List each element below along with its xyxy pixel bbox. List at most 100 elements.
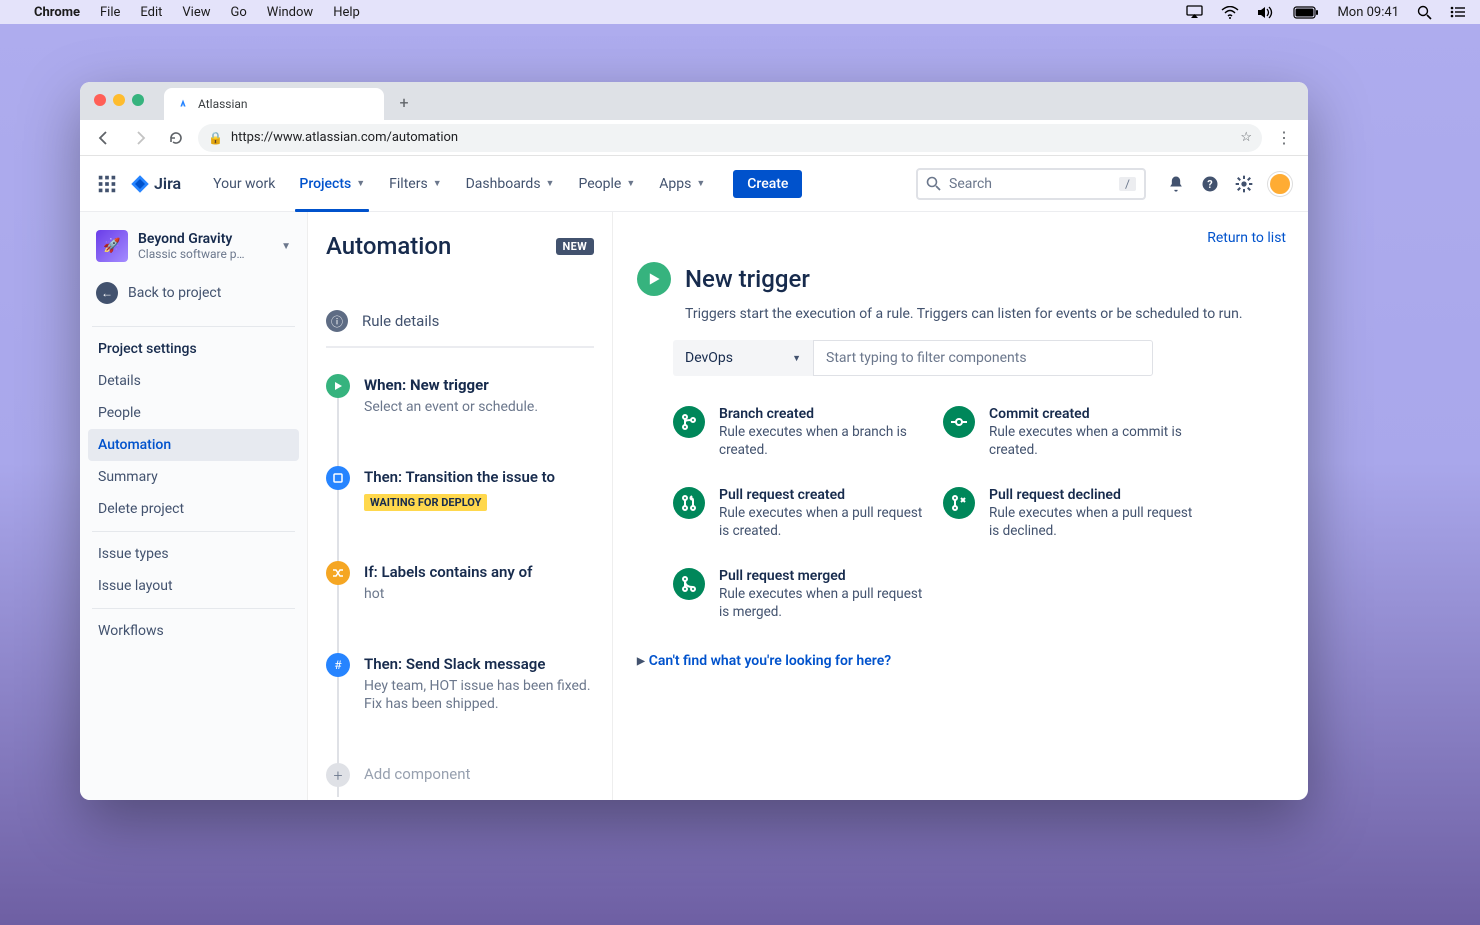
menubar-edit[interactable]: Edit <box>140 5 162 20</box>
cant-find-link[interactable]: ▶ Can't find what you're looking for her… <box>637 653 1286 669</box>
sidebar-item-issue-types[interactable]: Issue types <box>88 538 299 570</box>
chevron-down-icon: ▼ <box>546 178 555 189</box>
rule-step-trigger[interactable]: When: New trigger Select an event or sch… <box>326 374 594 416</box>
volume-icon[interactable] <box>1257 6 1275 19</box>
url-field[interactable]: 🔒 https://www.atlassian.com/automation ☆ <box>198 124 1262 152</box>
page-title: Automation <box>326 232 451 260</box>
rule-step-condition[interactable]: If: Labels contains any of hot <box>326 561 594 603</box>
back-to-project[interactable]: ← Back to project <box>88 268 299 320</box>
notifications-icon[interactable] <box>1166 174 1186 194</box>
trigger-option-pr-created[interactable]: Pull request createdRule executes when a… <box>673 487 923 540</box>
create-button[interactable]: Create <box>733 170 802 198</box>
menubar-window[interactable]: Window <box>267 5 313 20</box>
menubar-app[interactable]: Chrome <box>34 5 80 20</box>
chevron-down-icon: ▼ <box>433 178 442 189</box>
rule-details-row[interactable]: ⓘ Rule details <box>326 310 594 332</box>
tab-bar: Atlassian + <box>80 82 1308 120</box>
search-icon <box>926 176 941 191</box>
nav-reload[interactable] <box>162 124 190 152</box>
window-close[interactable] <box>94 94 106 106</box>
sidebar-item-people[interactable]: People <box>88 397 299 429</box>
macos-menubar: Chrome File Edit View Go Window Help Mon… <box>0 0 1480 24</box>
sidebar-item-issue-layout[interactable]: Issue layout <box>88 570 299 602</box>
nav-back[interactable] <box>90 124 118 152</box>
chevron-down-icon: ▼ <box>626 178 635 189</box>
shuffle-icon <box>326 561 350 585</box>
browser-tab[interactable]: Atlassian <box>164 88 384 120</box>
category-select[interactable]: DevOps ▼ <box>673 340 813 376</box>
rule-step-slack[interactable]: # Then: Send Slack message Hey team, HOT… <box>326 653 594 713</box>
return-to-list-link[interactable]: Return to list <box>1207 230 1286 246</box>
nav-dashboards[interactable]: Dashboards▼ <box>454 156 567 212</box>
help-icon[interactable]: ? <box>1200 174 1220 194</box>
wifi-icon[interactable] <box>1221 6 1239 19</box>
nav-filters[interactable]: Filters▼ <box>377 156 453 212</box>
jira-logo[interactable]: Jira <box>130 174 181 194</box>
commit-icon <box>943 406 975 438</box>
user-avatar[interactable] <box>1268 172 1292 196</box>
sidebar-item-summary[interactable]: Summary <box>88 461 299 493</box>
rule-builder: Automation NEW ⓘ Rule details When: New … <box>308 212 613 800</box>
rule-step-transition[interactable]: Then: Transition the issue to WAITING FO… <box>326 466 594 511</box>
tab-title: Atlassian <box>198 97 248 111</box>
trigger-option-branch-created[interactable]: Branch createdRule executes when a branc… <box>673 406 923 459</box>
nav-projects[interactable]: Projects▼ <box>287 156 377 212</box>
lock-icon: 🔒 <box>208 131 223 145</box>
trigger-option-commit-created[interactable]: Commit createdRule executes when a commi… <box>943 406 1193 459</box>
menubar-go[interactable]: Go <box>231 5 247 20</box>
browser-menu-icon[interactable]: ⋮ <box>1270 124 1298 152</box>
trigger-option-pr-declined[interactable]: Pull request declinedRule executes when … <box>943 487 1193 540</box>
menubar-help[interactable]: Help <box>333 5 360 20</box>
nav-your-work[interactable]: Your work <box>201 156 287 212</box>
app-switcher-icon[interactable] <box>96 173 118 195</box>
search-placeholder: Search <box>949 176 992 192</box>
spotlight-icon[interactable] <box>1417 5 1432 20</box>
window-minimize[interactable] <box>113 94 125 106</box>
control-center-icon[interactable] <box>1450 6 1466 18</box>
search-input[interactable]: Search / <box>916 168 1146 200</box>
trigger-option-pr-merged[interactable]: Pull request mergedRule executes when a … <box>673 568 923 621</box>
play-icon <box>326 374 350 398</box>
add-component-button[interactable]: + Add component <box>326 763 594 787</box>
sidebar-item-details[interactable]: Details <box>88 365 299 397</box>
sidebar-section-project-settings: Project settings <box>88 333 299 365</box>
status-badge: WAITING FOR DEPLOY <box>364 494 487 511</box>
sidebar-item-workflows[interactable]: Workflows <box>88 615 299 647</box>
url-text: https://www.atlassian.com/automation <box>231 130 458 145</box>
battery-icon[interactable] <box>1293 6 1319 19</box>
settings-icon[interactable] <box>1234 174 1254 194</box>
browser-window: Atlassian + 🔒 https://www.atlassian.com/… <box>80 82 1308 800</box>
search-shortcut: / <box>1119 177 1136 191</box>
pr-merged-icon <box>673 568 705 600</box>
nav-people[interactable]: People▼ <box>566 156 647 212</box>
chevron-right-icon: ▶ <box>637 656 645 667</box>
nav-apps[interactable]: Apps▼ <box>647 156 717 212</box>
new-badge: NEW <box>556 238 594 255</box>
svg-text:?: ? <box>1207 178 1212 191</box>
atlassian-icon <box>176 96 190 113</box>
menubar-view[interactable]: View <box>182 5 210 20</box>
window-maximize[interactable] <box>132 94 144 106</box>
bookmark-icon[interactable]: ☆ <box>1240 130 1252 145</box>
nav-forward <box>126 124 154 152</box>
airplay-icon[interactable] <box>1186 5 1203 19</box>
menubar-file[interactable]: File <box>100 5 120 20</box>
new-tab-button[interactable]: + <box>390 88 418 116</box>
sidebar-item-delete-project[interactable]: Delete project <box>88 493 299 525</box>
trigger-description: Triggers start the execution of a rule. … <box>685 306 1286 322</box>
chevron-down-icon: ▼ <box>356 178 365 189</box>
arrow-left-icon: ← <box>96 282 118 304</box>
chevron-down-icon: ▼ <box>792 353 801 364</box>
play-icon <box>637 262 671 296</box>
pr-icon <box>673 487 705 519</box>
trigger-title: New trigger <box>685 265 810 293</box>
chevron-down-icon: ▼ <box>281 241 291 252</box>
plus-icon: + <box>326 763 350 787</box>
sidebar-item-automation[interactable]: Automation <box>88 429 299 461</box>
product-name: Jira <box>154 174 181 193</box>
project-switcher[interactable]: 🚀 Beyond Gravity Classic software p… ▼ <box>88 230 299 268</box>
branch-icon <box>673 406 705 438</box>
component-filter-input[interactable]: Start typing to filter components <box>813 340 1153 376</box>
chevron-down-icon: ▼ <box>696 178 705 189</box>
menubar-clock[interactable]: Mon 09:41 <box>1337 5 1399 20</box>
